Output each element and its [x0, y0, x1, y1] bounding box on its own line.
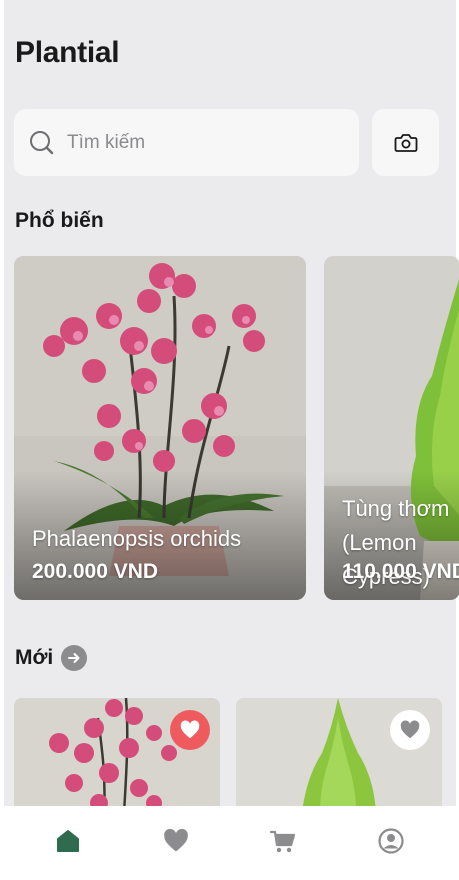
product-card-cypress[interactable]: Tùng thơm (Lemon Cypress) 110.000 VND [324, 256, 459, 600]
search-icon [30, 130, 54, 154]
product-price: 200.000 VND [32, 560, 159, 583]
home-icon [56, 830, 79, 852]
product-name: Phalaenopsis orchids [32, 526, 242, 551]
section-title-new-label: Mới [15, 646, 54, 669]
new-product-card-orchid[interactable] [14, 698, 220, 813]
bottom-navigation [0, 806, 459, 880]
nav-home[interactable] [38, 811, 98, 871]
heart-icon [163, 828, 188, 852]
search-input[interactable]: Tìm kiếm [14, 109, 359, 176]
app-title: Plantial [15, 36, 120, 69]
heart-icon [400, 720, 420, 739]
camera-search-button[interactable] [372, 109, 439, 176]
nav-profile[interactable] [361, 811, 421, 871]
product-price: 110.000 VND [342, 560, 459, 583]
cart-icon [270, 830, 296, 853]
user-icon [378, 828, 404, 854]
nav-favorites[interactable] [146, 811, 206, 871]
product-card-orchid[interactable]: Phalaenopsis orchids 200.000 VND [14, 256, 306, 600]
nav-cart[interactable] [253, 811, 313, 871]
section-title-new[interactable]: Mới [15, 645, 88, 671]
arrow-right-icon[interactable] [61, 645, 88, 671]
favorite-button[interactable] [390, 710, 430, 750]
section-title-popular: Phổ biến [15, 209, 104, 232]
heart-icon [180, 720, 200, 739]
frame-left-edge [0, 0, 4, 880]
camera-icon [394, 133, 417, 152]
new-product-card-cypress[interactable] [236, 698, 442, 813]
favorite-button[interactable] [170, 710, 210, 750]
search-placeholder: Tìm kiếm [67, 131, 146, 153]
